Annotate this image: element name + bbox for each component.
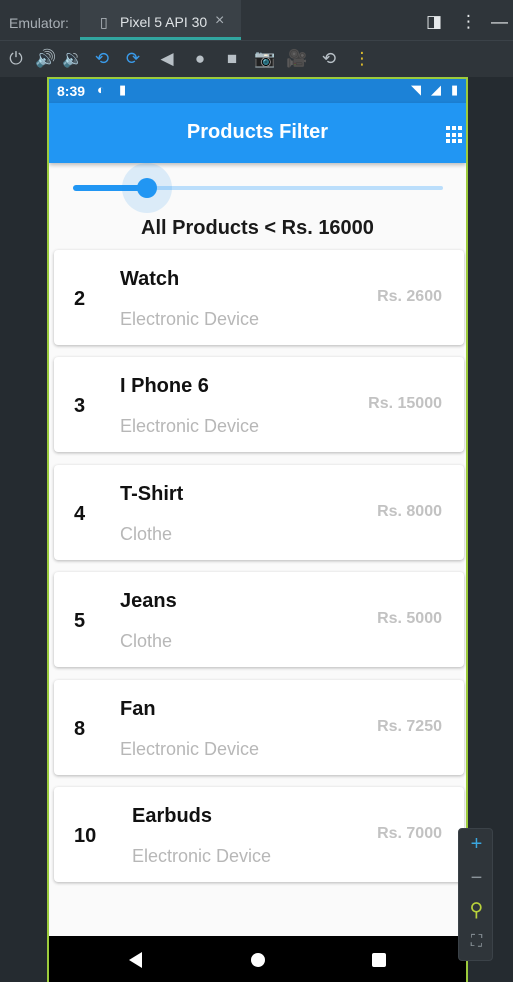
emulator-toolbar: ⏻ 🔊 🔉 ⟲ ⟳ ◀ ● ■ 📷 🎥 ⟲ ⋮ xyxy=(0,40,513,77)
close-icon[interactable]: × xyxy=(215,12,224,30)
status-bar: 8:39 ◐ ▮ ◥ ◢ ▮ xyxy=(49,79,466,103)
zoom-out-icon[interactable]: − xyxy=(459,867,494,890)
product-id: 10 xyxy=(74,824,97,847)
product-id: 3 xyxy=(74,395,86,418)
battery-icon: ▮ xyxy=(451,82,459,97)
grid-view-icon[interactable] xyxy=(446,126,464,144)
volume-up-icon[interactable]: 🔊 xyxy=(35,49,56,69)
app-bar: Products Filter xyxy=(49,103,466,163)
status-time: 8:39 xyxy=(57,83,86,99)
zoom-magnifier-icon[interactable]: ⚲ xyxy=(459,899,494,922)
overview-icon[interactable]: ■ xyxy=(222,49,242,69)
nav-home-icon[interactable] xyxy=(251,953,265,967)
snapshot-icon[interactable]: ⟲ xyxy=(319,49,339,69)
fit-screen-icon[interactable]: ⛶ xyxy=(459,933,494,951)
more-icon[interactable]: ⋮ xyxy=(352,49,372,69)
product-price: Rs. 8000 xyxy=(377,502,442,520)
product-category: Clothe xyxy=(120,631,173,652)
product-card[interactable]: 4 T-Shirt Clothe Rs. 8000 xyxy=(54,464,464,560)
volume-down-icon[interactable]: 🔉 xyxy=(62,49,83,69)
device-screen: 8:39 ◐ ▮ ◥ ◢ ▮ Products Filter All Produ… xyxy=(47,77,468,982)
product-name: Watch xyxy=(120,268,180,290)
product-card[interactable]: 2 Watch Electronic Device Rs. 2600 xyxy=(54,250,464,345)
product-id: 4 xyxy=(74,502,86,525)
product-card[interactable]: 5 Jeans Clothe Rs. 5000 xyxy=(54,572,464,668)
product-price: Rs. 2600 xyxy=(377,288,442,305)
nav-recents-icon[interactable] xyxy=(372,953,386,967)
product-category: Electronic Device xyxy=(120,416,260,437)
rotate-left-icon[interactable]: ⟲ xyxy=(92,49,112,69)
product-name: I Phone 6 xyxy=(120,375,209,398)
emulator-tab-bar: Emulator: ▯ Pixel 5 API 30 × ◨ ⋮ — xyxy=(0,0,513,40)
device-tab-label: Pixel 5 API 30 xyxy=(120,14,208,30)
product-price: Rs. 7250 xyxy=(377,717,442,735)
navigation-bar xyxy=(49,936,466,982)
nav-back-icon[interactable] xyxy=(129,952,142,968)
price-slider[interactable] xyxy=(73,163,445,213)
emulator-title: Emulator: xyxy=(9,15,69,31)
product-name: Fan xyxy=(120,697,156,720)
product-list: 2 Watch Electronic Device Rs. 2600 3 I P… xyxy=(54,250,464,894)
product-card[interactable]: 8 Fan Electronic Device Rs. 7250 xyxy=(54,679,464,775)
page-title: Products Filter xyxy=(186,121,329,143)
product-card[interactable]: 3 I Phone 6 Electronic Device Rs. 15000 xyxy=(54,357,464,453)
screenshot-icon[interactable]: 📷 xyxy=(254,49,275,69)
minimize-icon[interactable]: — xyxy=(491,12,508,32)
product-name: T-Shirt xyxy=(120,482,184,505)
power-icon[interactable]: ⏻ xyxy=(6,49,26,69)
record-icon[interactable]: 🎥 xyxy=(286,49,307,69)
signal-icon: ◢ xyxy=(431,82,441,97)
product-category: Electronic Device xyxy=(132,845,272,866)
product-category: Electronic Device xyxy=(120,309,260,329)
product-category: Clothe xyxy=(120,523,173,544)
sd-card-icon: ▮ xyxy=(119,82,127,97)
product-name: Earbuds xyxy=(132,804,213,827)
zoom-controls: + − ⚲ ⛶ xyxy=(458,828,493,961)
product-price: Rs. 5000 xyxy=(377,610,442,628)
window-mode-icon[interactable]: ◨ xyxy=(426,12,442,32)
wifi-icon: ◥ xyxy=(411,82,421,97)
filter-label: All Products < Rs. 16000 xyxy=(141,217,374,239)
product-price: Rs. 15000 xyxy=(368,395,442,413)
product-name: Jeans xyxy=(120,590,177,613)
product-card[interactable]: 10 Earbuds Electronic Device Rs. 7000 xyxy=(54,786,464,882)
phone-icon: ▯ xyxy=(100,14,108,30)
product-id: 8 xyxy=(74,717,86,740)
rotate-right-icon[interactable]: ⟳ xyxy=(123,49,143,69)
device-tab[interactable]: ▯ Pixel 5 API 30 × xyxy=(80,0,241,40)
more-options-icon[interactable]: ⋮ xyxy=(460,12,477,32)
slider-thumb[interactable] xyxy=(137,178,157,198)
zoom-in-icon[interactable]: + xyxy=(459,833,494,856)
back-icon[interactable]: ◀ xyxy=(157,49,177,69)
home-icon[interactable]: ● xyxy=(190,49,210,69)
product-id: 2 xyxy=(74,288,86,310)
product-category: Electronic Device xyxy=(120,738,260,759)
app-notification-icon: ◐ xyxy=(97,82,105,97)
product-price: Rs. 7000 xyxy=(377,824,442,842)
product-id: 5 xyxy=(74,610,86,633)
